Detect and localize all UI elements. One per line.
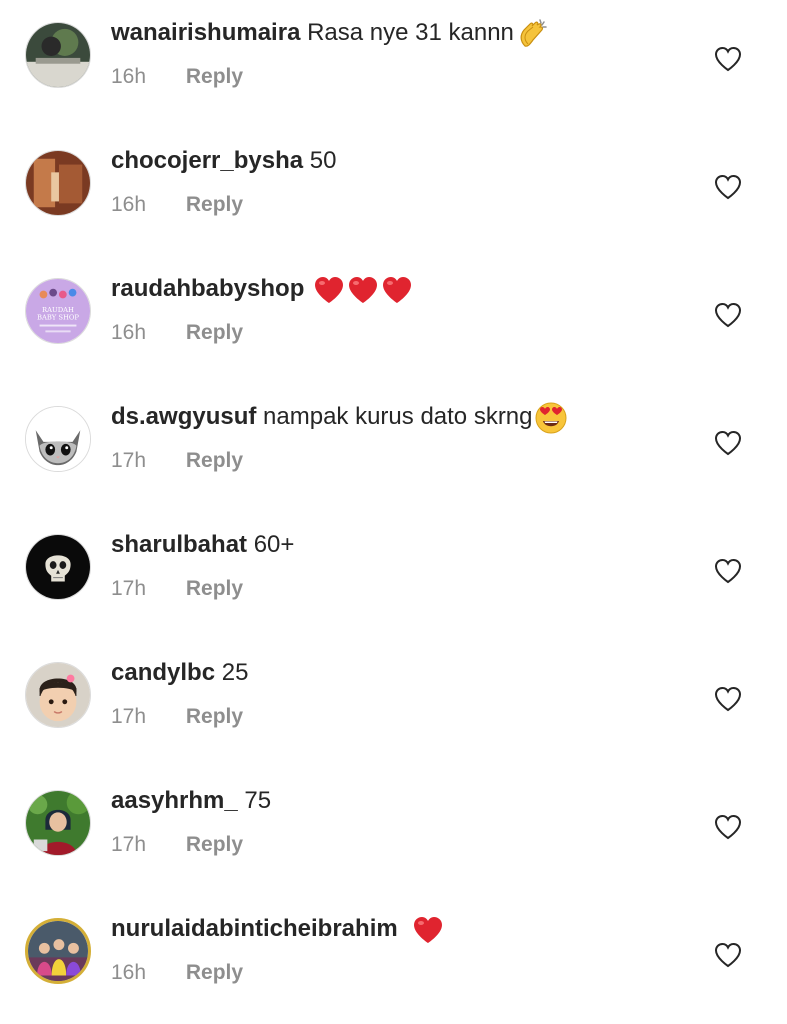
comment-meta: 16h Reply <box>111 958 243 988</box>
red-heart-icon <box>412 915 444 945</box>
avatar[interactable]: RAUDAH BABY SHOP <box>25 278 91 344</box>
comment-item: sharulbahat 60+ 17h Reply <box>0 512 787 640</box>
like-button[interactable] <box>713 812 743 842</box>
like-button[interactable] <box>713 684 743 714</box>
avatar[interactable] <box>25 22 91 88</box>
comment-meta: 16h Reply <box>111 62 243 92</box>
comment-text: 75 <box>244 787 272 814</box>
like-button[interactable] <box>713 172 743 202</box>
red-heart-icon <box>347 275 379 305</box>
comment-meta: 16h Reply <box>111 190 243 220</box>
comment-line: chocojerr_bysha 50 <box>111 144 336 178</box>
heart-outline-icon <box>714 174 742 200</box>
reply-button[interactable]: Reply <box>186 958 243 988</box>
avatar-image <box>26 663 90 727</box>
heart-outline-icon <box>714 430 742 456</box>
avatar[interactable] <box>25 150 91 216</box>
avatar[interactable] <box>25 662 91 728</box>
comment-username[interactable]: candylbc <box>111 659 215 686</box>
comment-text: 25 <box>221 659 249 686</box>
heart-outline-icon <box>714 686 742 712</box>
comment-line: raudahbabyshop <box>111 272 413 306</box>
avatar[interactable] <box>25 534 91 600</box>
avatar-image <box>26 535 90 599</box>
red-heart-icon <box>381 275 413 305</box>
comment-list: wanairishumaira Rasa nye 31 kannn 16h Re… <box>0 0 787 1024</box>
comment-time: 16h <box>111 321 147 344</box>
avatar[interactable] <box>25 790 91 856</box>
comment-username[interactable]: ds.awgyusuf <box>111 403 256 430</box>
heart-outline-icon <box>714 302 742 328</box>
avatar-image <box>28 921 88 981</box>
comment-meta: 17h Reply <box>111 574 243 604</box>
comment-line: ds.awgyusuf nampak kurus dato skrng <box>111 400 567 434</box>
comment-item: ds.awgyusuf nampak kurus dato skrng 17h … <box>0 384 787 512</box>
like-button[interactable] <box>713 300 743 330</box>
comment-line: nurulaidabinticheibrahim <box>111 912 444 946</box>
comment-item: chocojerr_bysha 50 16h Reply <box>0 128 787 256</box>
red-heart-icon <box>313 275 345 305</box>
reply-button[interactable]: Reply <box>186 190 243 220</box>
comment-item: aasyhrhm_ 75 17h Reply <box>0 768 787 896</box>
avatar-image <box>26 23 90 87</box>
comment-username[interactable]: sharulbahat <box>111 531 247 558</box>
comment-time: 16h <box>111 65 147 88</box>
comment-username[interactable]: wanairishumaira <box>111 19 300 46</box>
avatar-image <box>26 791 90 855</box>
reply-button[interactable]: Reply <box>186 318 243 348</box>
reply-button[interactable]: Reply <box>186 574 243 604</box>
avatar-logo-text: BABY SHOP <box>37 314 79 322</box>
comment-meta: 17h Reply <box>111 446 243 476</box>
comment-item: wanairishumaira Rasa nye 31 kannn 16h Re… <box>0 0 787 128</box>
comment-meta: 17h Reply <box>111 830 243 860</box>
comment-time: 17h <box>111 705 147 728</box>
reply-button[interactable]: Reply <box>186 702 243 732</box>
avatar-logo-text: RAUDAH <box>42 306 74 314</box>
comment-meta: 17h Reply <box>111 702 243 732</box>
avatar-image <box>26 407 90 471</box>
like-button[interactable] <box>713 428 743 458</box>
like-button[interactable] <box>713 556 743 586</box>
comment-username[interactable]: raudahbabyshop <box>111 275 304 302</box>
comment-meta: 16h Reply <box>111 318 243 348</box>
comment-time: 16h <box>111 961 147 984</box>
like-button[interactable] <box>713 44 743 74</box>
comment-line: sharulbahat 60+ <box>111 528 294 562</box>
comment-item: nurulaidabinticheibrahim 16h Reply <box>0 896 787 1024</box>
heart-outline-icon <box>714 46 742 72</box>
comment-username[interactable]: aasyhrhm_ <box>111 787 238 814</box>
avatar-image: RAUDAH BABY SHOP <box>26 279 90 343</box>
comment-item: candylbc 25 17h Reply <box>0 640 787 768</box>
comment-username[interactable]: chocojerr_bysha <box>111 147 303 174</box>
comment-text: 50 <box>309 147 337 174</box>
like-button[interactable] <box>713 940 743 970</box>
avatar-image <box>26 151 90 215</box>
comment-time: 17h <box>111 833 147 856</box>
avatar[interactable] <box>25 918 91 984</box>
comment-text: Rasa nye 31 kannn <box>307 19 514 46</box>
comment-item: RAUDAH BABY SHOP raudahbabyshop 16h Repl… <box>0 256 787 384</box>
heart-outline-icon <box>714 814 742 840</box>
comment-line: aasyhrhm_ 75 <box>111 784 271 818</box>
comment-line: wanairishumaira Rasa nye 31 kannn <box>111 16 548 50</box>
comment-time: 17h <box>111 577 147 600</box>
comment-text: 60+ <box>253 531 295 558</box>
comment-time: 16h <box>111 193 147 216</box>
heart-outline-icon <box>714 558 742 584</box>
reply-button[interactable]: Reply <box>186 62 243 92</box>
clapping-hands-icon <box>516 18 548 50</box>
comment-line: candylbc 25 <box>111 656 248 690</box>
comment-time: 17h <box>111 449 147 472</box>
avatar[interactable] <box>25 406 91 472</box>
heart-outline-icon <box>714 942 742 968</box>
heart-eyes-icon <box>535 402 567 434</box>
comment-username[interactable]: nurulaidabinticheibrahim <box>111 915 398 942</box>
comment-text: nampak kurus dato skrng <box>263 403 533 430</box>
reply-button[interactable]: Reply <box>186 446 243 476</box>
reply-button[interactable]: Reply <box>186 830 243 860</box>
